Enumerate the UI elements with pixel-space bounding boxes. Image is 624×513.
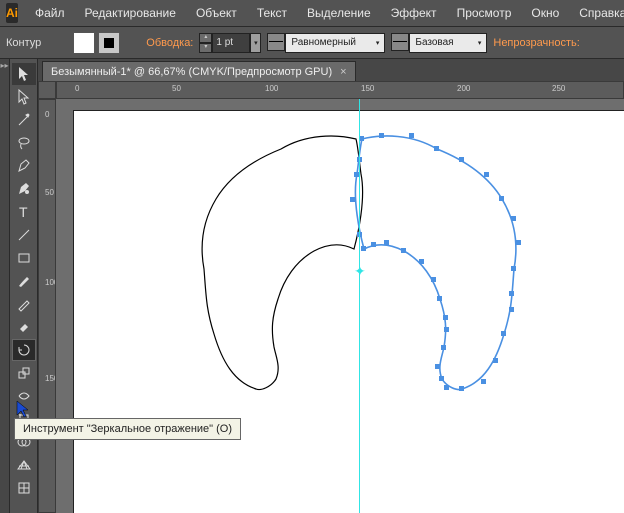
opacity-label: Непрозрачность: [493, 37, 579, 49]
scale-tool[interactable] [12, 362, 36, 384]
stroke-weight-input[interactable] [212, 33, 250, 53]
ruler-tick: 100 [265, 84, 278, 93]
curvature-tool[interactable] [12, 178, 36, 200]
vertical-guide[interactable] [359, 99, 360, 513]
close-icon[interactable]: × [340, 66, 346, 78]
pencil-tool[interactable] [12, 293, 36, 315]
workspace: ▸▸ T Безымянный-1* @ 66,67% (CMYK/Предпр… [0, 59, 624, 513]
tool-tooltip: Инструмент "Зеркальное отражение" (O) [14, 418, 241, 440]
type-tool[interactable]: T [12, 201, 36, 223]
variable-width-group[interactable]: Равномерный ▾ [267, 33, 385, 53]
tool-panel: T [10, 59, 38, 513]
brush-group[interactable]: Базовая ▾ [391, 33, 487, 53]
ruler-horizontal[interactable]: 0 50 100 150 200 250 [56, 81, 624, 99]
ruler-tick: 250 [552, 84, 565, 93]
chevron-down-icon: ▾ [478, 39, 482, 47]
document-area: Безымянный-1* @ 66,67% (CMYK/Предпросмот… [38, 59, 624, 513]
menu-object[interactable]: Объект [187, 3, 246, 23]
menu-view[interactable]: Просмотр [448, 3, 521, 23]
lasso-tool[interactable] [12, 132, 36, 154]
eraser-tool[interactable] [12, 316, 36, 338]
anchor-points [350, 133, 521, 391]
stroke-weight-dropdown[interactable]: ▾ [250, 33, 261, 53]
expand-panels-icon[interactable]: ▸▸ [0, 61, 9, 70]
menu-select[interactable]: Выделение [298, 3, 380, 23]
ruler-vertical[interactable]: 0 50 100 150 [38, 99, 56, 513]
ruler-tick: 200 [457, 84, 470, 93]
chevron-down-icon: ▾ [376, 39, 380, 47]
ruler-tick: 150 [361, 84, 374, 93]
perspective-grid-tool[interactable] [12, 454, 36, 476]
menu-file[interactable]: Файл [26, 3, 74, 23]
magic-wand-tool[interactable] [12, 109, 36, 131]
rotate-tool-group[interactable] [12, 339, 36, 361]
selection-mode-label: Контур [6, 37, 41, 49]
stroke-weight-stepper[interactable]: ▴▾ [199, 33, 212, 53]
svg-text:T: T [19, 204, 28, 220]
reflect-center-icon: ✦ [354, 263, 366, 280]
stroke-label: Обводка: [146, 37, 193, 49]
direct-selection-tool[interactable] [12, 86, 36, 108]
canvas-wrap: 0 50 100 150 200 250 0 50 100 150 [38, 81, 624, 513]
ruler-tick: 50 [172, 84, 181, 93]
menu-window[interactable]: Окно [522, 3, 568, 23]
ruler-tick: 150 [45, 374, 56, 383]
line-tool[interactable] [12, 224, 36, 246]
ruler-origin[interactable] [38, 81, 56, 99]
menu-bar: Ai Файл Редактирование Объект Текст Выде… [0, 0, 624, 26]
variable-width-select[interactable]: Равномерный ▾ [285, 33, 385, 53]
reflect-cursor-icon [13, 399, 33, 419]
control-bar: Контур Обводка: ▴▾ ▾ Равномерный ▾ Базов… [0, 26, 624, 59]
brush-preview-icon [391, 33, 409, 51]
brush-value: Базовая [415, 37, 453, 48]
menu-type[interactable]: Текст [248, 3, 296, 23]
document-tab[interactable]: Безымянный-1* @ 66,67% (CMYK/Предпросмот… [42, 61, 356, 81]
path-reflected-selected[interactable] [355, 136, 516, 390]
canvas-row: 0 50 100 150 ✦ [38, 99, 624, 513]
ruler-tick: 50 [45, 188, 54, 197]
brush-select[interactable]: Базовая ▾ [409, 33, 487, 53]
ruler-tick: 100 [45, 278, 56, 287]
pen-tool[interactable] [12, 155, 36, 177]
fill-swatch[interactable] [73, 32, 95, 54]
document-tab-title: Безымянный-1* @ 66,67% (CMYK/Предпросмот… [51, 66, 332, 78]
ruler-tick: 0 [45, 110, 49, 119]
app-logo: Ai [6, 3, 18, 23]
path-original[interactable] [202, 136, 363, 390]
variable-width-value: Равномерный [291, 37, 356, 48]
stroke-swatch[interactable] [98, 32, 120, 54]
ruler-row-top: 0 50 100 150 200 250 [38, 81, 624, 99]
ruler-tick: 0 [75, 84, 79, 93]
canvas[interactable]: ✦ [56, 99, 624, 513]
paintbrush-tool[interactable] [12, 270, 36, 292]
rectangle-tool[interactable] [12, 247, 36, 269]
profile-preview-icon [267, 33, 285, 51]
fill-stroke-swatches [73, 32, 120, 54]
selection-tool[interactable] [12, 63, 36, 85]
stroke-weight-group: ▴▾ ▾ [199, 33, 261, 53]
menu-effect[interactable]: Эффект [382, 3, 446, 23]
panel-indicator-col: ▸▸ [0, 59, 10, 513]
artwork [56, 99, 624, 513]
mesh-tool[interactable] [12, 477, 36, 499]
menu-help[interactable]: Справка [570, 3, 624, 23]
menu-edit[interactable]: Редактирование [76, 3, 185, 23]
document-tab-bar: Безымянный-1* @ 66,67% (CMYK/Предпросмот… [38, 59, 624, 81]
